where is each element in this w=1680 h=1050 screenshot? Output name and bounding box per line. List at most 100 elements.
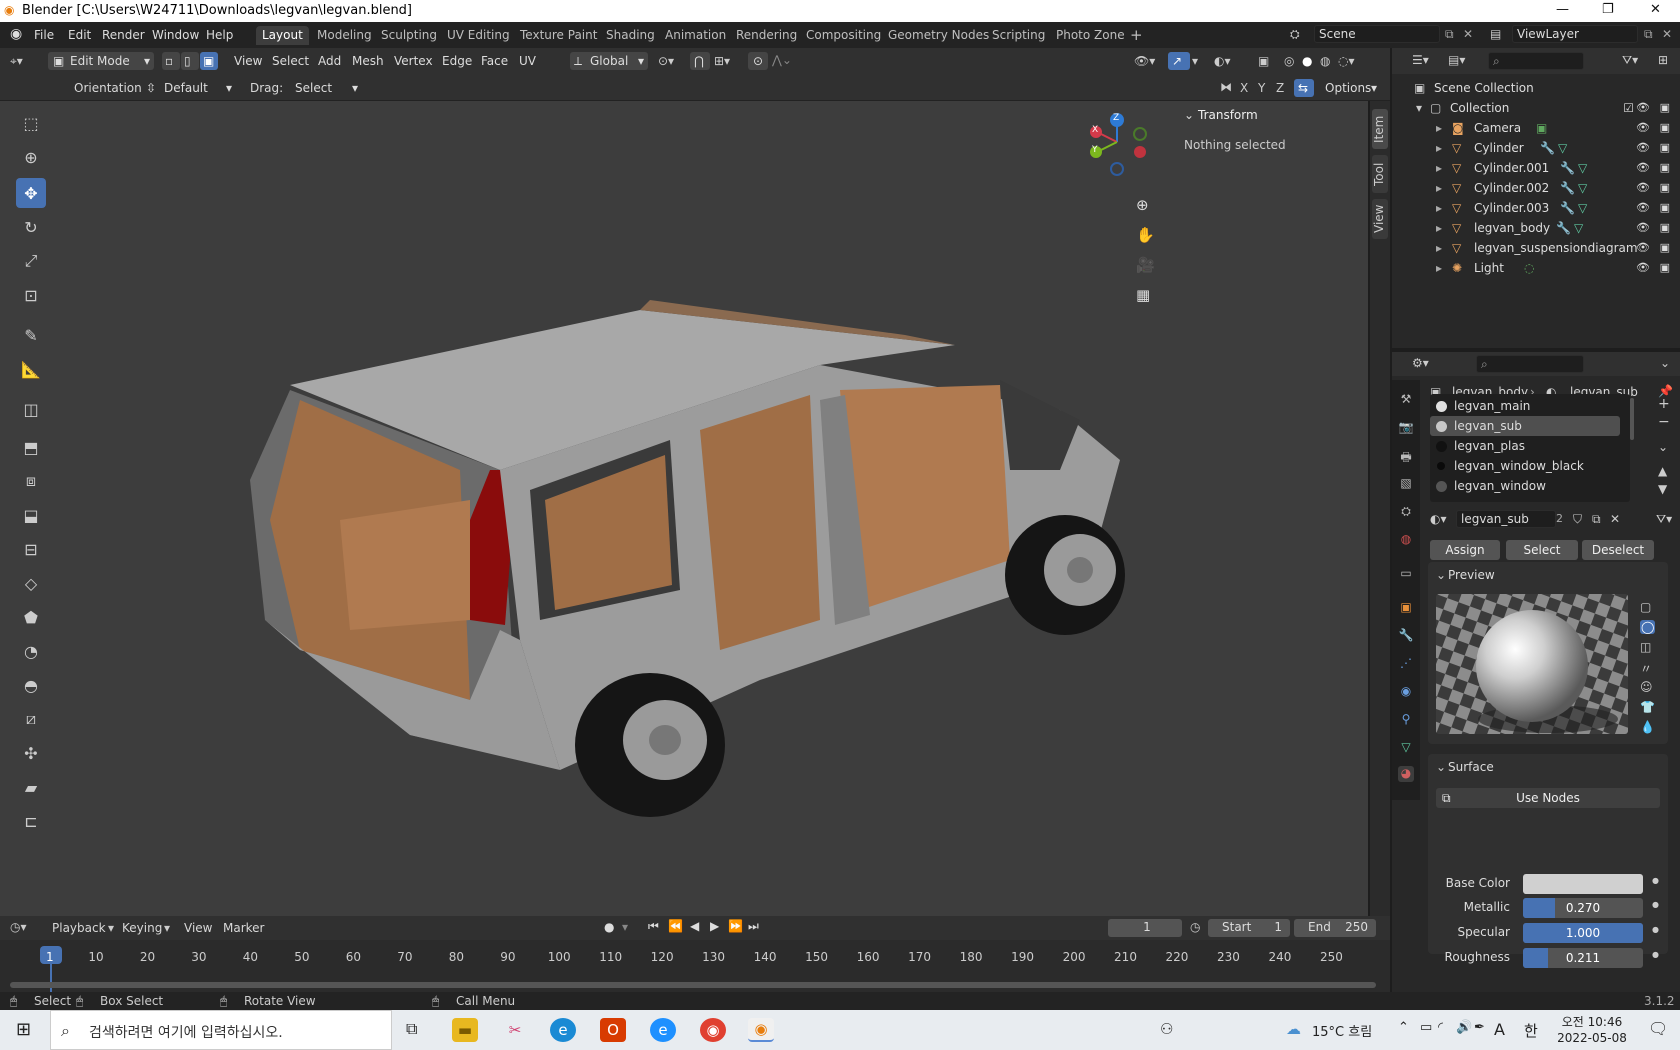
menu-file[interactable]: File [34, 28, 54, 42]
extrude-tool-icon[interactable]: ⬒ [16, 432, 46, 462]
auto-merge-icon[interactable]: ⇆ [1294, 79, 1314, 97]
tray-wifi-icon[interactable]: ◜ [1438, 1020, 1443, 1035]
prev-keyframe-icon[interactable]: ⏪ [668, 919, 683, 933]
move-slot-up-icon[interactable]: ▲ [1658, 464, 1667, 478]
tab-geometry-nodes[interactable]: Geometry Nodes [882, 26, 995, 45]
viewlayer-new-icon[interactable]: ⧉ [1644, 27, 1653, 42]
snipping-tool-icon[interactable]: ✂ [502, 1018, 528, 1042]
display-mode-icon[interactable]: ▤▾ [1448, 53, 1465, 67]
slot-list-scrollbar[interactable] [1630, 398, 1634, 440]
header-menu-uv[interactable]: UV [519, 54, 536, 68]
editor-type-icon[interactable]: ⌖▾ [10, 54, 23, 69]
modifier-tab-icon[interactable]: 🔧 [1398, 628, 1414, 644]
rip-tool-icon[interactable]: ⊏ [16, 806, 46, 836]
chevron-down-icon[interactable]: ⌄ [1436, 568, 1446, 582]
material-shading-icon[interactable]: ◍ [1320, 54, 1330, 68]
gizmo-toggle-icon[interactable]: ↗ [1168, 52, 1190, 70]
chevron-down-icon[interactable]: ⌄ [1660, 356, 1670, 370]
internet-explorer-icon[interactable]: e [650, 1018, 676, 1042]
weather-cloud-icon[interactable]: ☁ [1286, 1020, 1301, 1038]
orientation-dropdown[interactable]: ⇳ Default ▾ [142, 79, 236, 97]
timeline-editor-icon[interactable]: ◷▾ [10, 920, 27, 934]
constraints-tab-icon[interactable]: ⚲ [1398, 712, 1414, 728]
poly-build-tool-icon[interactable]: ⬟ [16, 602, 46, 632]
timeline-menu-view[interactable]: View [184, 921, 212, 935]
tray-pen-icon[interactable]: ✒ [1474, 1020, 1485, 1035]
camera-render-icon[interactable]: ▣ [1660, 198, 1670, 218]
chevron-right-icon[interactable]: ▸ [1436, 158, 1442, 178]
tab-layout[interactable]: Layout [256, 26, 309, 45]
header-menu-face[interactable]: Face [481, 54, 508, 68]
people-icon[interactable]: ⚇ [1160, 1020, 1173, 1038]
collection-tab-icon[interactable]: ▭ [1398, 566, 1414, 582]
solid-shading-icon[interactable]: ● [1302, 54, 1312, 68]
chevron-right-icon[interactable]: ▸ [1436, 218, 1442, 238]
scene-tab-icon[interactable]: ⛭ [1398, 504, 1414, 520]
keyframe-dot-icon[interactable]: ● [1652, 950, 1659, 959]
material-browse-icon[interactable]: ◐▾ [1430, 512, 1447, 526]
outliner-row-cylinder[interactable]: ▸ ▽ Cylinder 🔧 ▽ 👁 ▣ [1392, 138, 1680, 158]
camera-view-icon[interactable]: 🎥 [1136, 256, 1155, 274]
annotate-tool-icon[interactable]: ✎ [16, 320, 46, 350]
falloff-icon[interactable]: ⋀⌄ [772, 53, 792, 67]
play-reverse-icon[interactable]: ◀ [690, 919, 699, 933]
eye-icon[interactable]: 👁 [1636, 218, 1650, 238]
jump-end-icon[interactable]: ⏭ [748, 919, 759, 934]
eye-icon[interactable]: 👁 [1636, 158, 1650, 178]
use-nodes-button[interactable]: ⧉ Use Nodes [1436, 788, 1660, 808]
outliner-row-legvan-body[interactable]: ▸ ▽ legvan_body 🔧 ▽ 👁 ▣ [1392, 218, 1680, 238]
move-slot-down-icon[interactable]: ▼ [1658, 482, 1667, 496]
snap-target-icon[interactable]: ⊞▾ [714, 54, 730, 68]
clock-time[interactable]: 오전 10:46 [1552, 1013, 1632, 1030]
tray-network-icon[interactable]: ▭ [1420, 1020, 1432, 1035]
eye-icon[interactable]: 👁 [1636, 238, 1650, 258]
preview-cloth-icon[interactable]: 👕 [1640, 700, 1655, 714]
drag-dropdown[interactable]: Select Box ▾ [290, 79, 360, 113]
xray-icon[interactable]: ▣ [1258, 54, 1269, 68]
mirror-icon[interactable]: ⧓ [1220, 80, 1232, 94]
start-frame-field[interactable]: Start 1 [1208, 919, 1290, 937]
eye-icon[interactable]: 👁 [1636, 258, 1650, 278]
minimize-button[interactable]: — [1556, 2, 1569, 17]
preview-sphere-icon[interactable]: ◯ [1640, 620, 1656, 634]
chevron-down-icon[interactable]: ⌄ [1436, 760, 1446, 774]
eye-icon[interactable]: 👁 [1636, 178, 1650, 198]
jump-start-icon[interactable]: ⏮ [648, 919, 659, 934]
maximize-button[interactable]: ❐ [1602, 2, 1614, 17]
remove-slot-minus-icon[interactable]: − [1658, 414, 1670, 430]
camera-render-icon[interactable]: ▣ [1660, 218, 1670, 238]
outliner-row-cylinder-003[interactable]: ▸ ▽ Cylinder.003 🔧 ▽ 👁 ▣ [1392, 198, 1680, 218]
menu-window[interactable]: Window [152, 28, 199, 42]
weather-text[interactable]: 15°C 흐림 [1312, 1021, 1372, 1040]
duplicate-material-icon[interactable]: ⧉ [1592, 512, 1601, 527]
base-color-swatch[interactable] [1523, 874, 1643, 894]
shrink-fatten-tool-icon[interactable]: ✣ [16, 738, 46, 768]
bevel-tool-icon[interactable]: ⬓ [16, 500, 46, 530]
chrome-icon[interactable]: ◉ [700, 1018, 726, 1042]
inset-tool-icon[interactable]: ⧈ [16, 466, 46, 496]
viewlayer-field[interactable]: ViewLayer [1512, 25, 1638, 43]
preview-fluid-icon[interactable]: 💧 [1640, 720, 1655, 734]
menu-help[interactable]: Help [206, 28, 233, 42]
chevron-right-icon[interactable]: ▸ [1436, 238, 1442, 258]
tab-animation[interactable]: Animation [659, 26, 732, 45]
tab-photo-zone[interactable]: Photo Zone [1050, 26, 1131, 45]
tab-view[interactable]: View [1372, 199, 1388, 239]
properties-editor-icon[interactable]: ⚙▾ [1412, 356, 1429, 370]
task-view-icon[interactable]: ⧉ [406, 1019, 417, 1039]
play-icon[interactable]: ▶ [710, 919, 719, 933]
tool-tab-icon[interactable]: ⚒ [1398, 392, 1414, 408]
camera-render-icon[interactable]: ▣ [1660, 98, 1670, 118]
new-collection-icon[interactable]: ⊞ [1658, 53, 1668, 67]
taskbar-search-box[interactable]: ⌕ 검색하려면 여기에 입력하십시오. [50, 1010, 392, 1050]
outliner-row-cylinder-002[interactable]: ▸ ▽ Cylinder.002 🔧 ▽ 👁 ▣ [1392, 178, 1680, 198]
eye-icon[interactable]: 👁 [1636, 118, 1650, 138]
header-menu-view[interactable]: View [234, 54, 262, 68]
current-frame-field[interactable]: 1 [1108, 919, 1182, 937]
windows-start-icon[interactable]: ⊞ [16, 1019, 31, 1040]
outliner-row-light[interactable]: ▸ ✺ Light ◌ 👁 ▣ [1392, 258, 1680, 278]
output-tab-icon[interactable]: 🖶 [1398, 448, 1414, 464]
knife-tool-icon[interactable]: ◇ [16, 568, 46, 598]
world-tab-icon[interactable]: ◍ [1398, 532, 1414, 548]
timeline-ruler[interactable]: 1 10 20 30 40 50 60 70 80 90 100 110 120 130 140 150 160… [0, 940, 1390, 992]
